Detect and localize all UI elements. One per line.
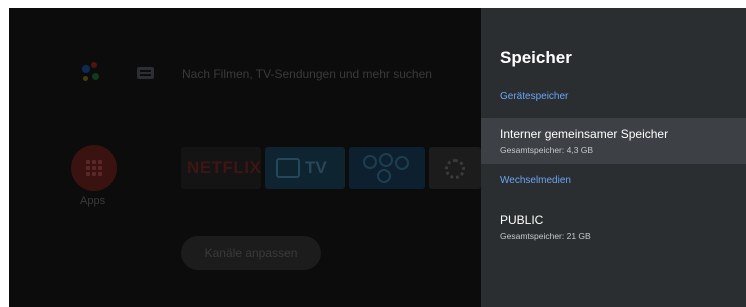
google-assistant-icon[interactable] [79,60,105,86]
apps-button[interactable] [71,145,117,191]
panel-title: Speicher [500,48,572,67]
tv-icon [276,158,300,178]
settings-gear-icon [445,159,465,179]
tv-tile-label: TV [305,158,327,177]
storage-item-title: PUBLIC [500,213,544,227]
search-hint[interactable]: Nach Filmen, TV-Sendungen und mehr suche… [182,67,432,81]
storage-item-subtitle: Gesamtspeicher: 4,3 GB [500,145,594,155]
home-screen-dimmed: Nach Filmen, TV-Sendungen und mehr suche… [9,8,481,307]
tv-screen: Nach Filmen, TV-Sendungen und mehr suche… [9,8,746,307]
apps-grid-icon [86,160,102,176]
storage-panel: Speicher Gerätespeicher Interner gemeins… [481,8,746,307]
netflix-tile[interactable]: NETFLIX [181,147,261,189]
keyboard-icon[interactable] [137,67,154,79]
tv-app-tile[interactable]: TV [265,147,345,189]
section-label-removable-media: Wechselmedien [500,175,571,186]
games-icon [363,155,377,169]
games-tile[interactable] [349,147,425,189]
storage-item-title: Interner gemeinsamer Speicher [500,127,669,141]
netflix-logo: NETFLIX [187,158,261,177]
apps-label: Apps [80,195,106,207]
storage-item-internal[interactable]: Interner gemeinsamer Speicher Gesamtspei… [481,118,746,164]
section-label-device-storage: Gerätespeicher [500,91,569,102]
storage-item-subtitle: Gesamtspeicher: 21 GB [500,231,591,241]
storage-item-public[interactable]: PUBLIC Gesamtspeicher: 21 GB [481,204,746,250]
customize-channels-button[interactable]: Kanäle anpassen [181,236,321,270]
settings-tile[interactable] [429,147,481,189]
customize-channels-label: Kanäle anpassen [204,246,298,260]
